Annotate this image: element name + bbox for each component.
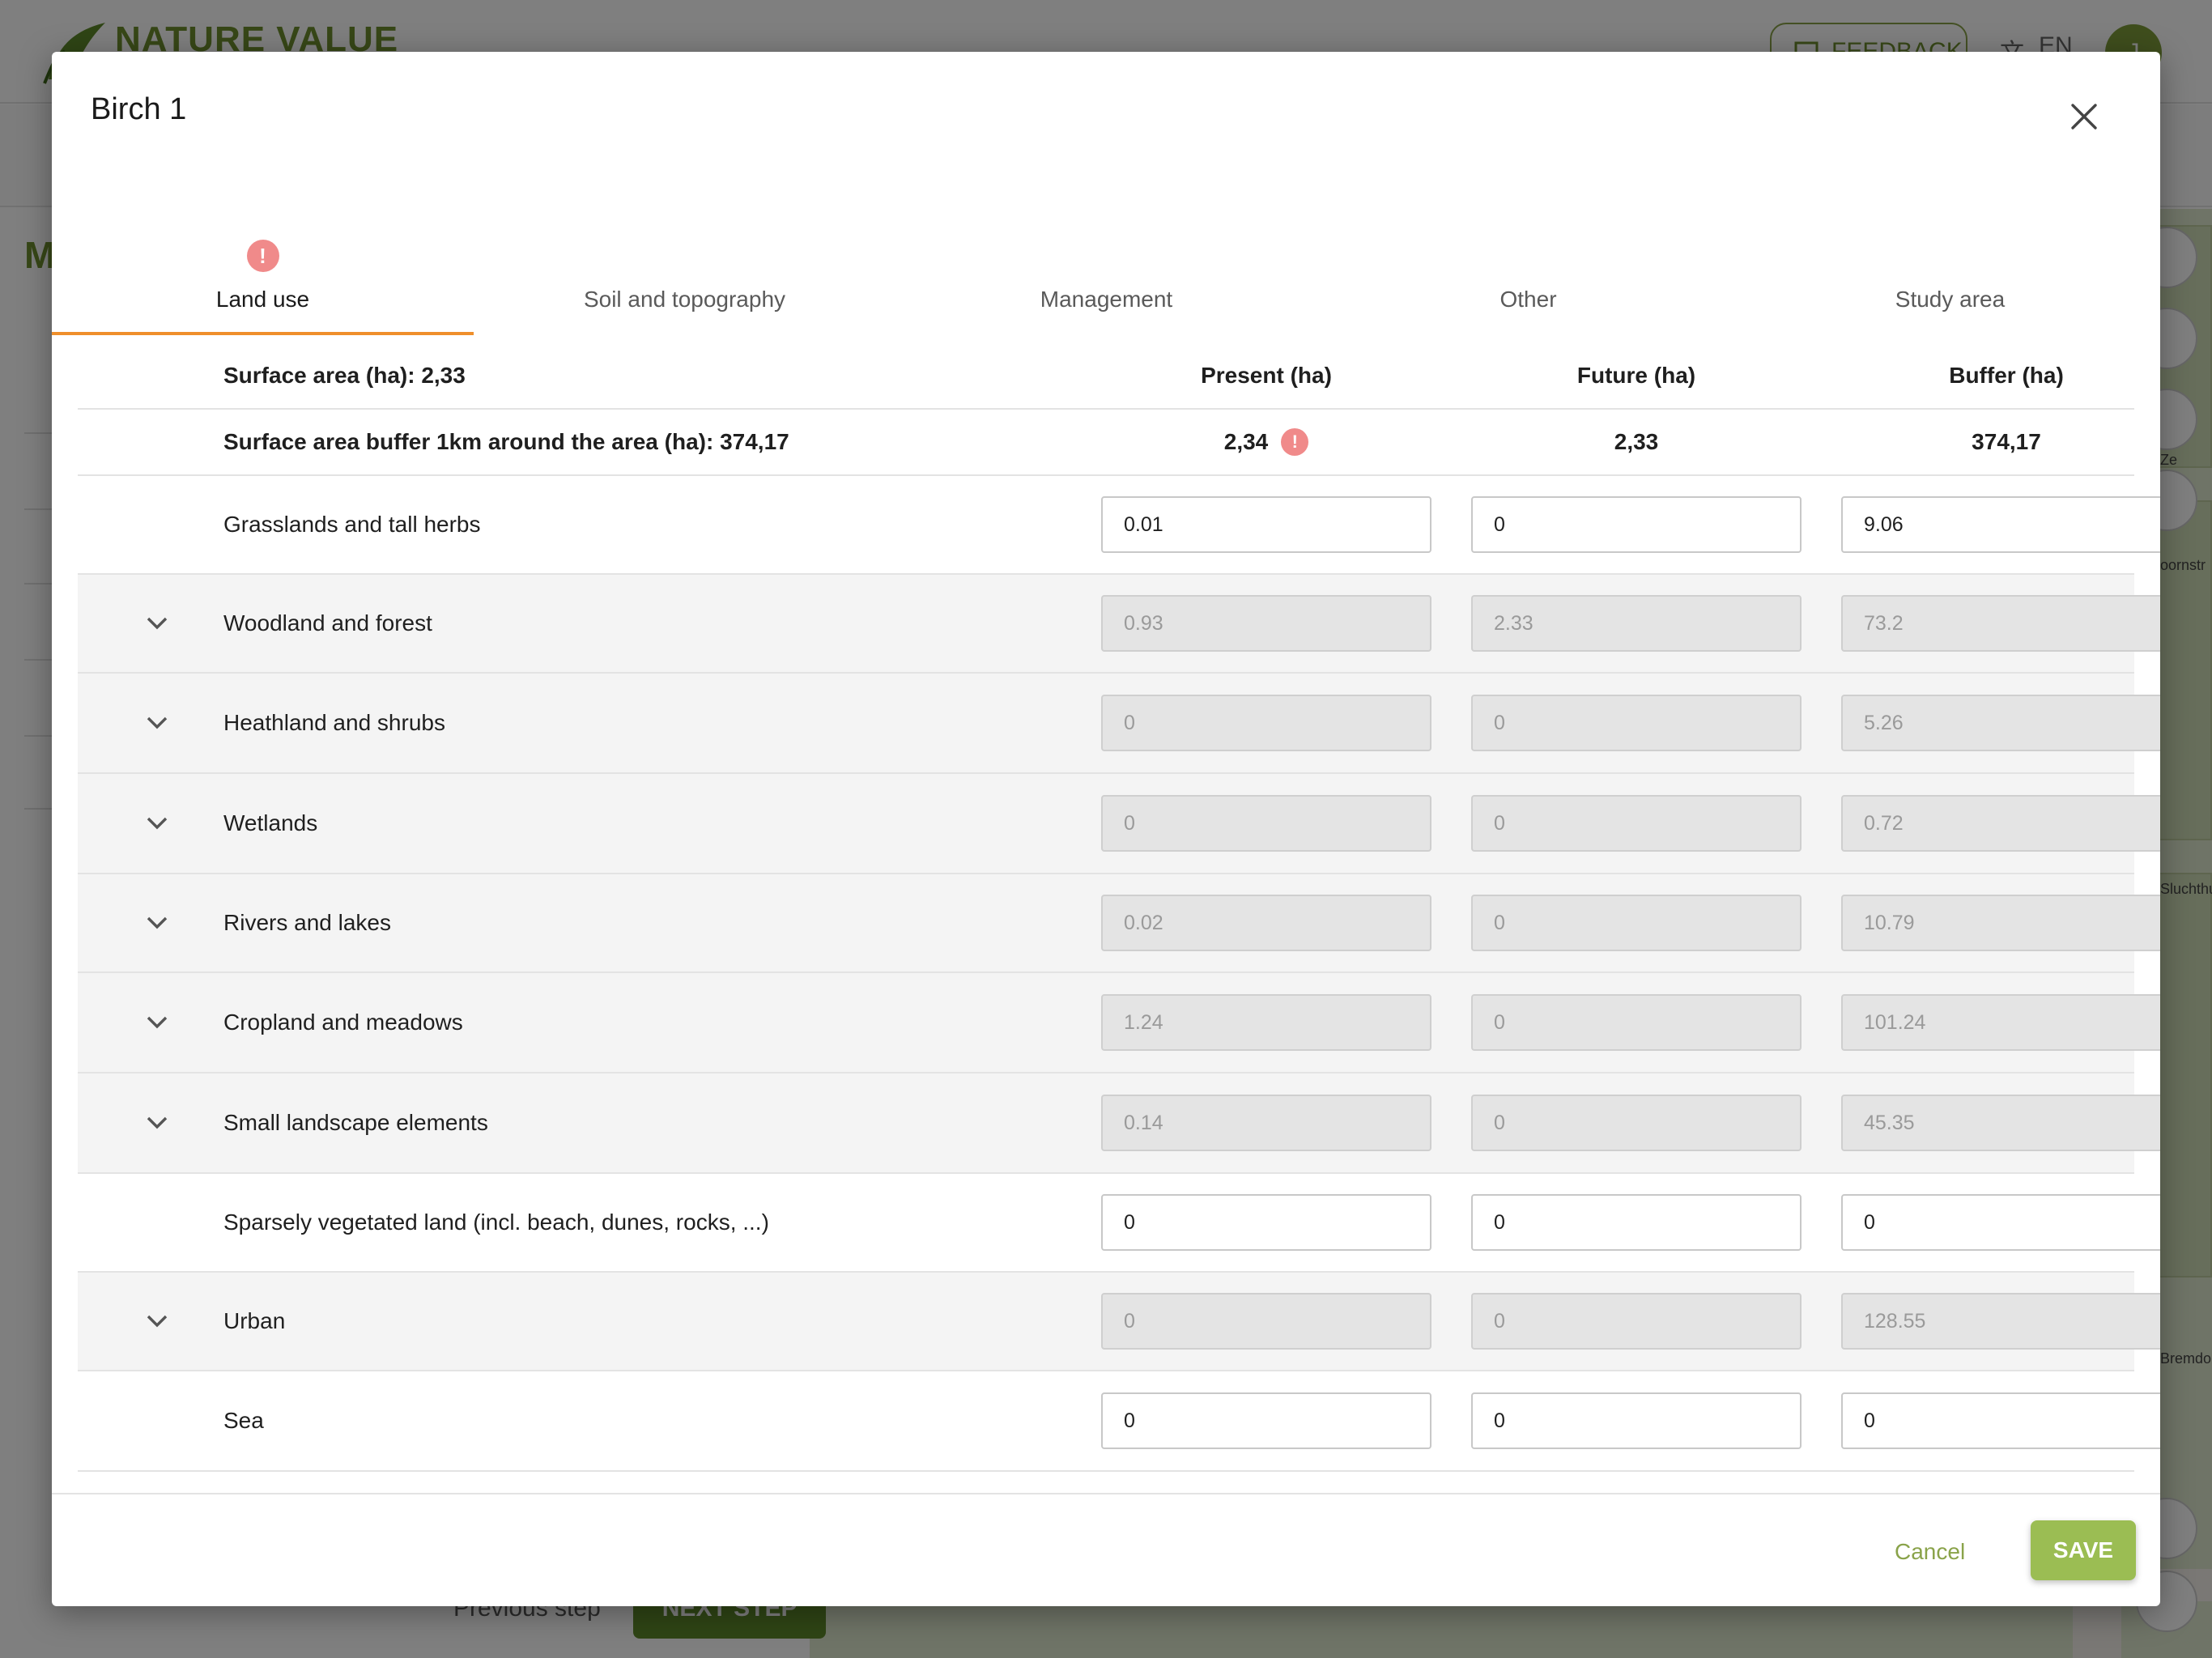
future-input — [1471, 994, 1802, 1051]
table-row: Wetlands — [78, 774, 2160, 874]
expand-button[interactable] — [134, 1073, 180, 1172]
column-header-buffer: Buffer (ha) — [1949, 363, 2064, 388]
tab-other[interactable]: Other — [1317, 181, 1739, 335]
table-row: Heathland and shrubs — [78, 674, 2160, 774]
tab-label: Soil and topography — [583, 287, 786, 312]
expand-button[interactable] — [134, 1273, 180, 1370]
column-header-present: Present (ha) — [1201, 363, 1332, 388]
present-input — [1101, 595, 1431, 652]
row-label: Urban — [223, 1308, 286, 1333]
future-input — [1471, 1095, 1802, 1151]
chevron-down-icon — [147, 1116, 168, 1129]
chevron-down-icon — [147, 916, 168, 929]
surface-area-label: Surface area (ha): 2,33 — [223, 363, 466, 388]
table-row: Cropland and meadows — [78, 973, 2160, 1073]
chevron-down-icon — [147, 1016, 168, 1029]
chevron-down-icon — [147, 1315, 168, 1328]
future-total: 2,33 — [1614, 429, 1659, 454]
row-label: Sea — [223, 1408, 264, 1433]
buffer-input[interactable] — [1841, 1194, 2160, 1251]
row-label: Heathland and shrubs — [223, 710, 445, 735]
buffer-input[interactable] — [1841, 496, 2160, 553]
buffer-input — [1841, 695, 2160, 751]
table-row: Grasslands and tall herbs — [78, 476, 2160, 575]
present-input — [1101, 795, 1431, 852]
future-input — [1471, 895, 1802, 951]
table-row: Sea — [78, 1371, 2160, 1472]
present-total: 2,34 ! — [1101, 410, 1431, 474]
table-header-row: Surface area (ha): 2,33 Present (ha) Fut… — [78, 343, 2134, 410]
tab-label: Other — [1499, 287, 1557, 312]
buffer-input — [1841, 1293, 2160, 1350]
row-label: Rivers and lakes — [223, 910, 391, 935]
present-total-value: 2,34 — [1223, 429, 1269, 454]
tab-study-area[interactable]: Study area — [1739, 181, 2160, 335]
tab-land-use[interactable]: ! Land use — [52, 181, 474, 335]
present-input[interactable] — [1101, 496, 1431, 553]
row-label: Cropland and meadows — [223, 1010, 463, 1035]
chevron-down-icon — [147, 817, 168, 830]
row-label: Woodland and forest — [223, 610, 432, 636]
present-input — [1101, 695, 1431, 751]
present-input[interactable] — [1101, 1392, 1431, 1449]
tab-management[interactable]: Management — [895, 181, 1317, 335]
land-use-table: Surface area (ha): 2,33 Present (ha) Fut… — [78, 343, 2160, 1472]
table-row: Woodland and forest — [78, 575, 2160, 674]
row-label: Grasslands and tall herbs — [223, 512, 481, 537]
cancel-button[interactable]: Cancel — [1895, 1524, 1965, 1580]
tab-bar: ! Land use Soil and topography Managemen… — [52, 181, 2160, 335]
column-header-future: Future (ha) — [1576, 363, 1696, 388]
row-label: Sparsely vegetated land (incl. beach, du… — [223, 1209, 769, 1235]
table-row: Sparsely vegetated land (incl. beach, du… — [78, 1174, 2160, 1273]
future-input[interactable] — [1471, 1392, 1802, 1449]
tab-label: Study area — [1895, 287, 2006, 312]
buffer-input — [1841, 994, 2160, 1051]
save-button[interactable]: SAVE — [2031, 1520, 2136, 1580]
expand-button[interactable] — [134, 973, 180, 1072]
chevron-down-icon — [147, 617, 168, 630]
expand-button[interactable] — [134, 774, 180, 873]
table-row: Rivers and lakes — [78, 874, 2160, 973]
warning-icon: ! — [246, 240, 279, 272]
future-input — [1471, 1293, 1802, 1350]
tab-label: Land use — [215, 287, 310, 312]
land-use-dialog: Birch 1 ! Land use Soil and topography M… — [52, 52, 2160, 1606]
close-icon — [2071, 104, 2097, 130]
future-input — [1471, 695, 1802, 751]
present-input — [1101, 1095, 1431, 1151]
future-input — [1471, 795, 1802, 852]
warning-icon: ! — [1281, 428, 1309, 456]
buffer-input — [1841, 895, 2160, 951]
buffer-total: 374,17 — [1972, 429, 2041, 454]
expand-button[interactable] — [134, 674, 180, 772]
buffer-input — [1841, 1095, 2160, 1151]
expand-button[interactable] — [134, 575, 180, 672]
table-row: Small landscape elements — [78, 1073, 2160, 1174]
present-input — [1101, 994, 1431, 1051]
dialog-title: Birch 1 — [91, 92, 187, 126]
tab-label: Management — [1040, 287, 1173, 312]
tab-soil-and-topography[interactable]: Soil and topography — [474, 181, 895, 335]
dialog-footer: Cancel SAVE — [52, 1493, 2160, 1606]
totals-row: Surface area buffer 1km around the area … — [78, 410, 2134, 476]
row-label: Wetlands — [223, 810, 318, 835]
expand-button[interactable] — [134, 874, 180, 971]
chevron-down-icon — [147, 716, 168, 729]
buffer-area-label: Surface area buffer 1km around the area … — [223, 429, 789, 454]
row-label: Small landscape elements — [223, 1110, 488, 1135]
future-input[interactable] — [1471, 1194, 1802, 1251]
present-input[interactable] — [1101, 1194, 1431, 1251]
buffer-input[interactable] — [1841, 1392, 2160, 1449]
close-button[interactable] — [2060, 92, 2108, 141]
present-input — [1101, 1293, 1431, 1350]
buffer-input — [1841, 595, 2160, 652]
buffer-input — [1841, 795, 2160, 852]
table-row: Urban — [78, 1273, 2160, 1371]
present-input — [1101, 895, 1431, 951]
future-input — [1471, 595, 1802, 652]
future-input[interactable] — [1471, 496, 1802, 553]
